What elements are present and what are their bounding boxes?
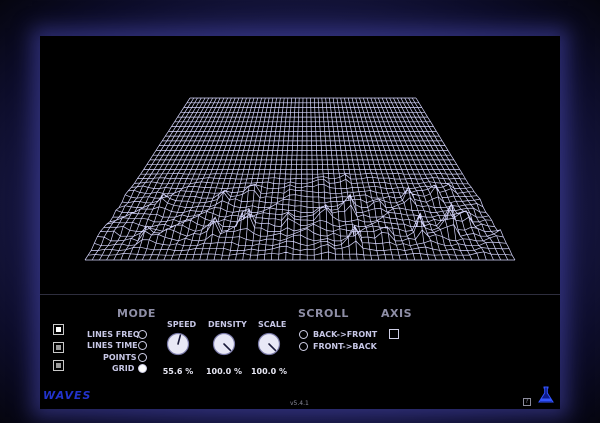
view-button-2[interactable] (53, 342, 64, 353)
view-button-3[interactable] (53, 360, 64, 371)
scroll-front-back-label: FRONT->BACK (313, 342, 377, 351)
scroll-title: SCROLL (298, 307, 349, 320)
speed-label: SPEED (167, 320, 197, 329)
version-label: v5.4.1 (290, 400, 309, 407)
brand-logo: WAVES (43, 389, 92, 402)
mode-title: MODE (117, 307, 156, 320)
mode-grid-radio[interactable] (138, 364, 147, 373)
scroll-front-back-radio[interactable] (299, 342, 308, 351)
mode-lines-time-radio[interactable] (138, 341, 147, 350)
mode-points-label: POINTS (103, 353, 137, 362)
app-background: MODE LINES FREQ LINES TIME POINTS GRID S… (0, 0, 600, 423)
waterfall-display (84, 97, 516, 261)
flask-icon (538, 386, 554, 403)
view-button-1[interactable] (53, 324, 64, 335)
mode-lines-freq-label: LINES FREQ (87, 330, 140, 339)
scale-label: SCALE (258, 320, 287, 329)
scale-knob[interactable] (257, 332, 281, 356)
wireframe-mesh (84, 97, 516, 261)
scroll-back-front-radio[interactable] (299, 330, 308, 339)
panel-divider (40, 294, 560, 295)
scroll-back-front-label: BACK->FRONT (313, 330, 378, 339)
mode-lines-time-label: LINES TIME (87, 341, 138, 350)
speed-knob[interactable] (166, 332, 190, 356)
mode-lines-freq-radio[interactable] (138, 330, 147, 339)
density-knob[interactable] (212, 332, 236, 356)
mode-grid-label: GRID (112, 364, 135, 373)
mode-points-radio[interactable] (138, 353, 147, 362)
axis-checkbox[interactable] (389, 329, 399, 339)
density-label: DENSITY (208, 320, 247, 329)
axis-title: AXIS (381, 307, 413, 320)
plugin-window: MODE LINES FREQ LINES TIME POINTS GRID S… (40, 36, 560, 409)
help-icon[interactable]: ? (523, 398, 531, 406)
scale-value: 100.0 % (250, 367, 288, 376)
